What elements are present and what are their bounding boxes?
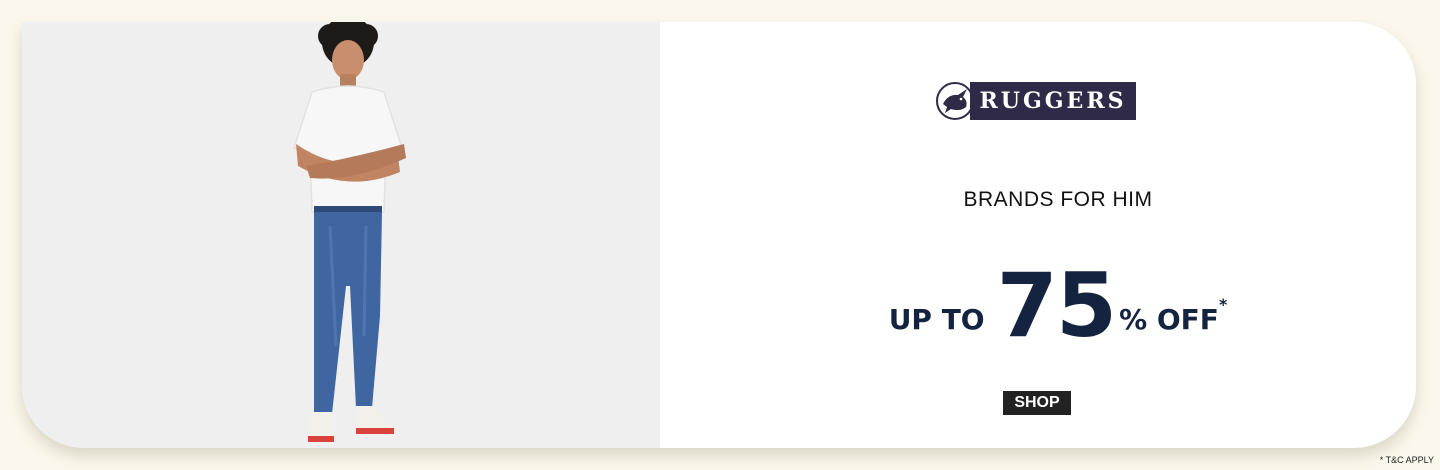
offer-suffix: % OFF [1119,303,1219,336]
offer-percent-value: 75 [996,254,1117,357]
brand-logo[interactable]: RUGGERS [936,82,1136,120]
promo-content: RUGGERS BRANDS FOR HIM UP TO 75 % OFF * … [660,22,1416,448]
model-image [293,22,406,442]
promo-tagline: BRANDS FOR HIM [963,188,1153,211]
marlin-fish-icon [936,82,974,120]
offer-asterisk: * [1218,295,1228,314]
promo-banner[interactable]: RUGGERS BRANDS FOR HIM UP TO 75 % OFF * … [22,22,1416,448]
terms-note: * T&C APPLY [1379,455,1434,465]
model-photo-panel [22,22,660,448]
discount-offer: UP TO 75 % OFF * [660,250,1416,350]
offer-prefix: UP TO [888,303,985,336]
shop-button[interactable]: SHOP [1003,391,1071,415]
brand-wordmark: RUGGERS [970,82,1136,120]
